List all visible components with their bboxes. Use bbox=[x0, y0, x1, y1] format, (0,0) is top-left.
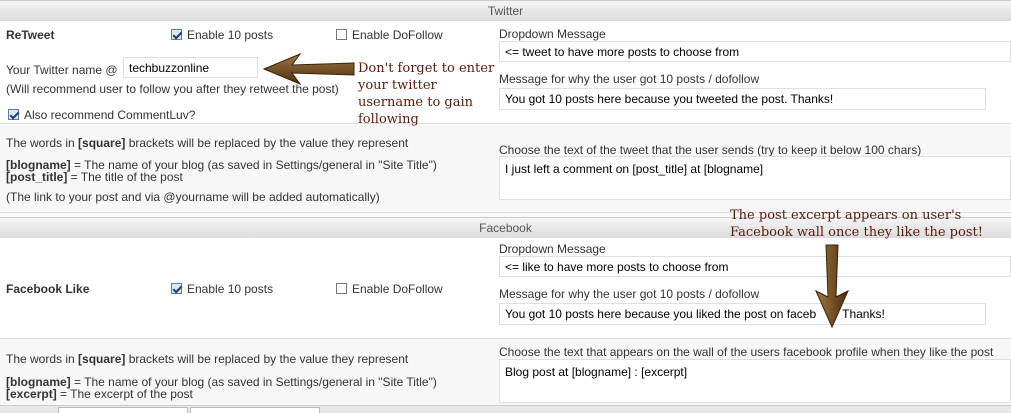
tweet-text-textarea[interactable]: I just left a comment on [post_title] at… bbox=[499, 156, 1011, 200]
twitter-why-label: Message for why the user got 10 posts / … bbox=[499, 72, 760, 86]
facebook-dropdown-message-label: Dropdown Message bbox=[499, 242, 606, 256]
facebook-enable-dofollow-checkbox[interactable]: Enable DoFollow bbox=[336, 282, 443, 296]
twitter-enable-posts-checkbox[interactable]: Enable 10 posts bbox=[171, 28, 273, 42]
checkbox-checked-icon[interactable] bbox=[8, 109, 19, 120]
left-arrow-icon bbox=[262, 52, 355, 86]
facebook-why-label: Message for why the user got 10 posts / … bbox=[499, 287, 760, 301]
twitter-why-input[interactable]: You got 10 posts here because you tweete… bbox=[499, 88, 986, 110]
twitter-username-label: Your Twitter name @ bbox=[6, 63, 118, 77]
also-recommend-commentluv-checkbox[interactable]: Also recommend CommentLuv? bbox=[8, 108, 195, 122]
facebook-like-label: Facebook Like bbox=[6, 282, 90, 296]
checkbox-unchecked-icon[interactable] bbox=[336, 29, 347, 40]
facebook-excerpt-desc: [excerpt] = The excerpt of the post bbox=[6, 387, 193, 401]
checkbox-checked-icon[interactable] bbox=[171, 29, 182, 40]
twitter-section-header: Twitter bbox=[0, 0, 1011, 22]
bottom-tab[interactable] bbox=[190, 407, 320, 413]
facebook-replace-intro: The words in [square] brackets will be r… bbox=[6, 352, 409, 366]
tweet-text-label: Choose the text of the tweet that the us… bbox=[499, 143, 922, 157]
checkbox-checked-icon[interactable] bbox=[171, 283, 182, 294]
wall-text-label: Choose the text that appears on the wall… bbox=[499, 345, 994, 359]
facebook-enable-posts-checkbox[interactable]: Enable 10 posts bbox=[171, 282, 273, 296]
twitter-dropdown-message-input[interactable]: <= tweet to have more posts to choose fr… bbox=[499, 41, 1011, 62]
down-arrow-icon bbox=[814, 244, 850, 329]
facebook-why-input[interactable]: You got 10 posts here because you liked … bbox=[499, 303, 986, 325]
twitter-annotation: Don't forget to enter your twitter usern… bbox=[358, 61, 495, 127]
twitter-username-input[interactable]: techbuzzonline bbox=[123, 57, 258, 78]
twitter-enable-dofollow-checkbox[interactable]: Enable DoFollow bbox=[336, 28, 443, 42]
facebook-dropdown-message-input[interactable]: <= like to have more posts to choose fro… bbox=[499, 256, 1011, 277]
checkbox-unchecked-icon[interactable] bbox=[336, 283, 347, 294]
retweet-label: ReTweet bbox=[6, 28, 55, 42]
twitter-auto-note: (The link to your post and via @yourname… bbox=[6, 190, 380, 204]
wall-text-textarea[interactable]: Blog post at [blogname] : [excerpt] bbox=[499, 359, 1011, 403]
twitter-dropdown-message-label: Dropdown Message bbox=[499, 27, 606, 41]
twitter-replace-intro: The words in [square] brackets will be r… bbox=[6, 136, 409, 150]
bottom-tab[interactable] bbox=[58, 407, 188, 413]
facebook-annotation: The post excerpt appears on user's Faceb… bbox=[730, 208, 983, 240]
twitter-post-title-desc: [post_title] = The title of the post bbox=[6, 170, 183, 184]
